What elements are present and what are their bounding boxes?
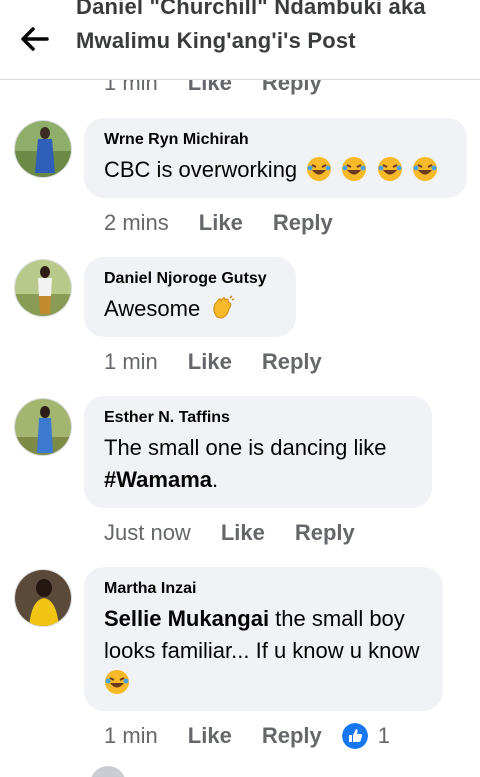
reaction-count: 1: [377, 723, 390, 748]
post-header: Daniel "Churchill" Ndambuki aka Mwalimu …: [0, 0, 480, 80]
laughing-emoji-icon: [105, 670, 129, 694]
reply-link[interactable]: Reply: [262, 349, 322, 375]
reply-link[interactable]: Reply: [295, 520, 355, 546]
avatar[interactable]: [14, 398, 72, 456]
comment-author[interactable]: Martha Inzai: [104, 579, 423, 599]
laughing-emoji-icon: [377, 157, 402, 181]
avatar[interactable]: [14, 569, 72, 627]
comment-text: Sellie Mukangai the small boy looks fami…: [104, 603, 423, 699]
like-link[interactable]: Like: [188, 349, 232, 375]
comment-actions: Just now Like Reply: [104, 517, 385, 549]
comment-author[interactable]: Daniel Njoroge Gutsy: [104, 269, 276, 289]
laughing-emoji-icon: [342, 157, 367, 181]
comment-bubble: Martha Inzai Sellie Mukangai the small b…: [84, 567, 443, 711]
comment-actions: 1 min Like Reply: [104, 346, 352, 378]
avatar[interactable]: [14, 120, 72, 178]
comment-bubble: Esther N. Taffins The small one is danci…: [84, 396, 432, 508]
like-link[interactable]: Like: [188, 723, 232, 749]
avatar[interactable]: [90, 766, 126, 777]
like-link[interactable]: Like: [199, 210, 243, 236]
post-title: Daniel "Churchill" Ndambuki aka Mwalimu …: [76, 0, 426, 53]
comment-bubble: Daniel Njoroge Gutsy Awesome: [84, 257, 296, 337]
comment-text: The small one is dancing like #Wamama.: [104, 435, 387, 492]
avatar[interactable]: [14, 259, 72, 317]
clapping-hands-emoji-icon: [213, 295, 235, 319]
comment-time: 1 min: [104, 349, 158, 374]
comment-bubble: Wrne Ryn Michirah CBC is overworking: [84, 118, 467, 198]
reaction-summary[interactable]: 1: [341, 723, 390, 749]
thumbs-up-icon: [341, 723, 368, 749]
comment-author[interactable]: Wrne Ryn Michirah: [104, 130, 447, 150]
reply-link[interactable]: Reply: [262, 723, 322, 749]
like-link[interactable]: Like: [221, 520, 265, 546]
comment-author[interactable]: Esther N. Taffins: [104, 408, 412, 428]
laughing-emoji-icon: [412, 157, 437, 181]
hashtag-link[interactable]: #Wamama: [104, 467, 212, 492]
comment-time: 1 min: [104, 723, 158, 748]
comment-time: 2 mins: [104, 210, 169, 235]
laughing-emoji-icon: [307, 157, 332, 181]
comment-text: CBC is overworking: [104, 154, 447, 186]
comment-text: Awesome: [104, 293, 276, 325]
back-arrow-icon[interactable]: [20, 26, 50, 52]
reply-link[interactable]: Reply: [273, 210, 333, 236]
comment-actions: 1 min Like Reply 1: [104, 720, 390, 752]
comment-actions: 2 mins Like Reply: [104, 207, 363, 239]
mention-link[interactable]: Sellie Mukangai: [104, 606, 269, 631]
comment-time: Just now: [104, 520, 191, 545]
